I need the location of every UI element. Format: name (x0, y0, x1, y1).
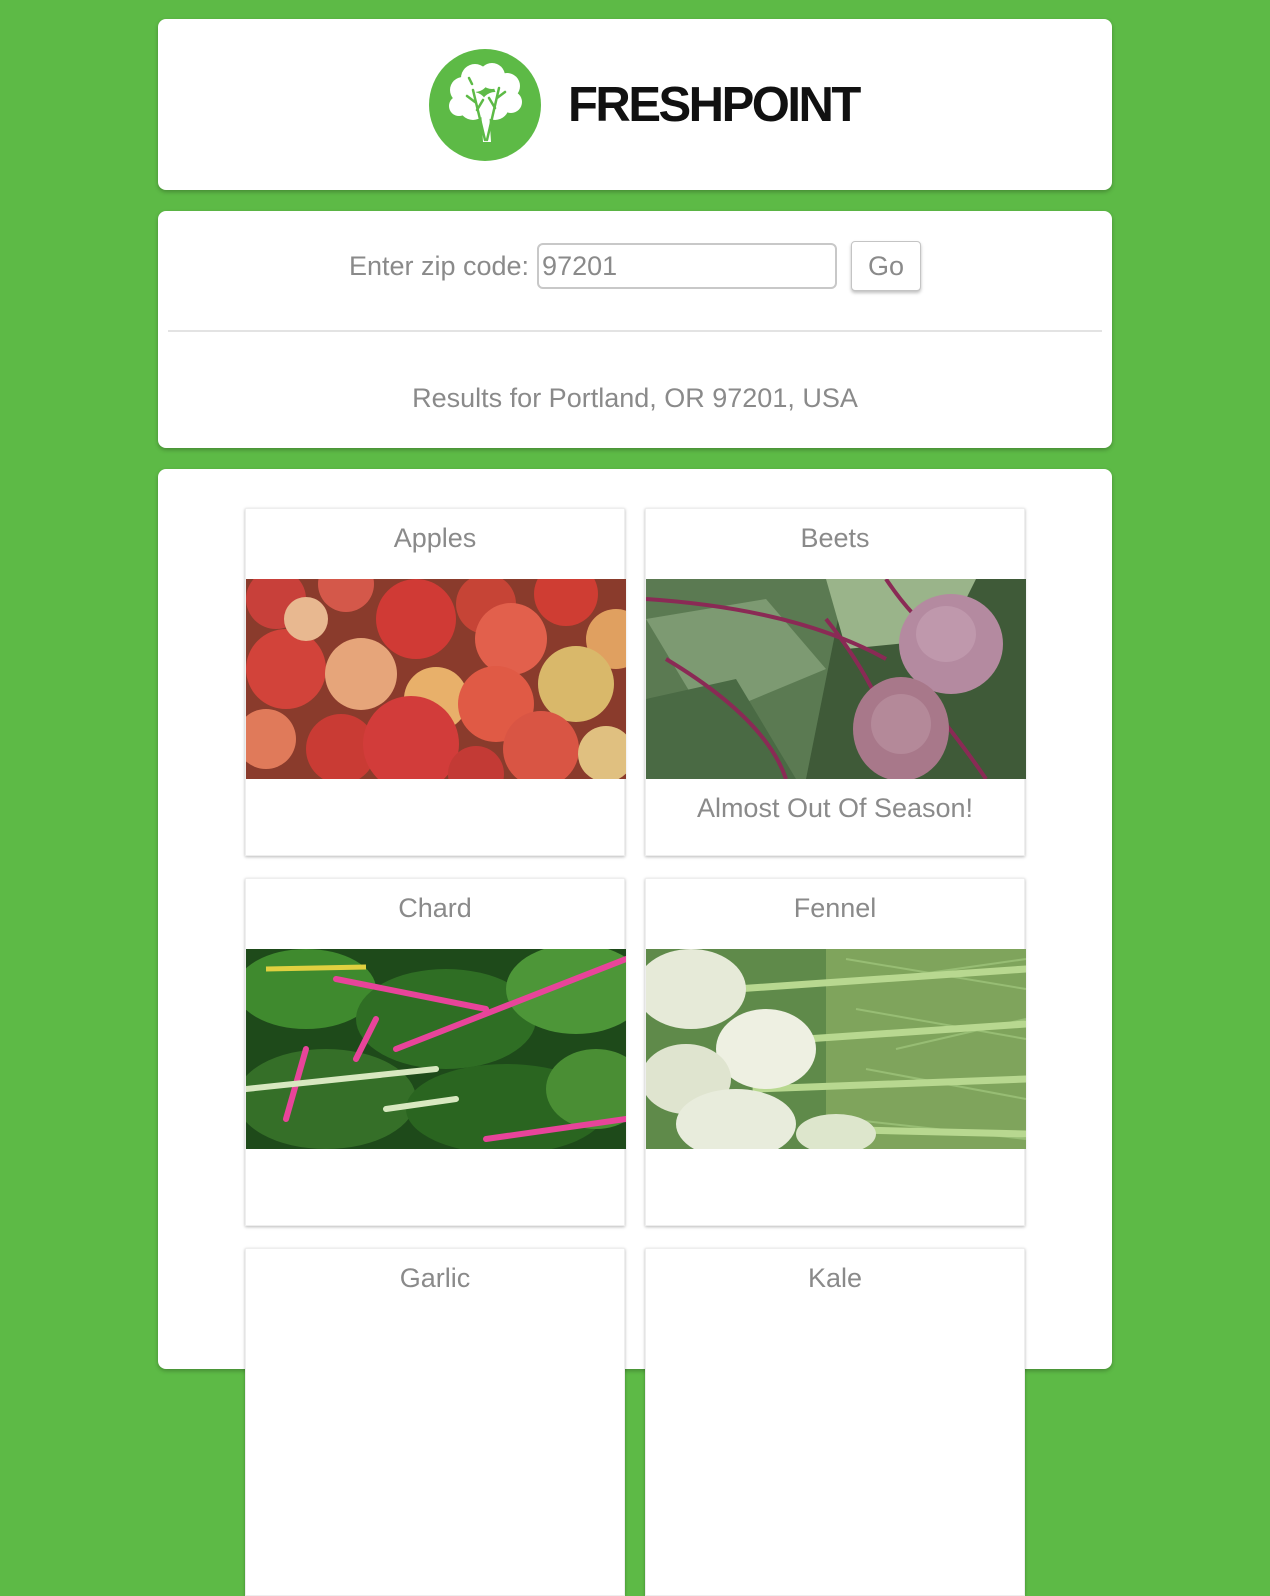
fennel-photo (646, 949, 1026, 1149)
produce-card-apples[interactable]: Apples (245, 508, 626, 856)
produce-card-garlic[interactable]: Garlic (245, 1248, 625, 1596)
produce-title: Kale (807, 1263, 863, 1293)
search-panel: Enter zip code: Go Results for Portland,… (158, 211, 1112, 448)
apples-photo (246, 579, 626, 779)
go-button[interactable]: Go (851, 241, 922, 291)
produce-card-fennel[interactable]: Fennel (645, 878, 1026, 1226)
produce-title: Fennel (793, 893, 877, 923)
produce-card-kale[interactable]: Kale (645, 1248, 1025, 1596)
produce-title: Beets (800, 523, 870, 553)
season-note: Almost Out Of Season! (696, 793, 974, 823)
produce-title: Garlic (399, 1263, 471, 1293)
chard-photo (246, 949, 626, 1149)
leafy-greens-icon (429, 49, 541, 161)
header-panel: FRESHPOINT (158, 19, 1112, 190)
produce-card-beets[interactable]: Beets Almost Out Of Season! (645, 508, 1026, 856)
beets-photo (646, 579, 1026, 779)
zip-label: Enter zip code: (348, 250, 530, 281)
logo[interactable]: FRESHPOINT (429, 49, 861, 161)
results-panel: Apples Beets Almost Out Of Season! Chard… (158, 469, 1112, 1596)
divider (168, 330, 1102, 332)
results-location-text: Results for Portland, OR 97201, USA (412, 383, 858, 413)
brand-name: FRESHPOINT (568, 78, 861, 132)
produce-title: Apples (393, 523, 477, 553)
zip-code-input[interactable] (537, 243, 838, 289)
zip-search-form: Enter zip code: Go (158, 241, 1112, 291)
produce-card-chard[interactable]: Chard (245, 878, 626, 1226)
produce-title: Chard (398, 893, 472, 923)
